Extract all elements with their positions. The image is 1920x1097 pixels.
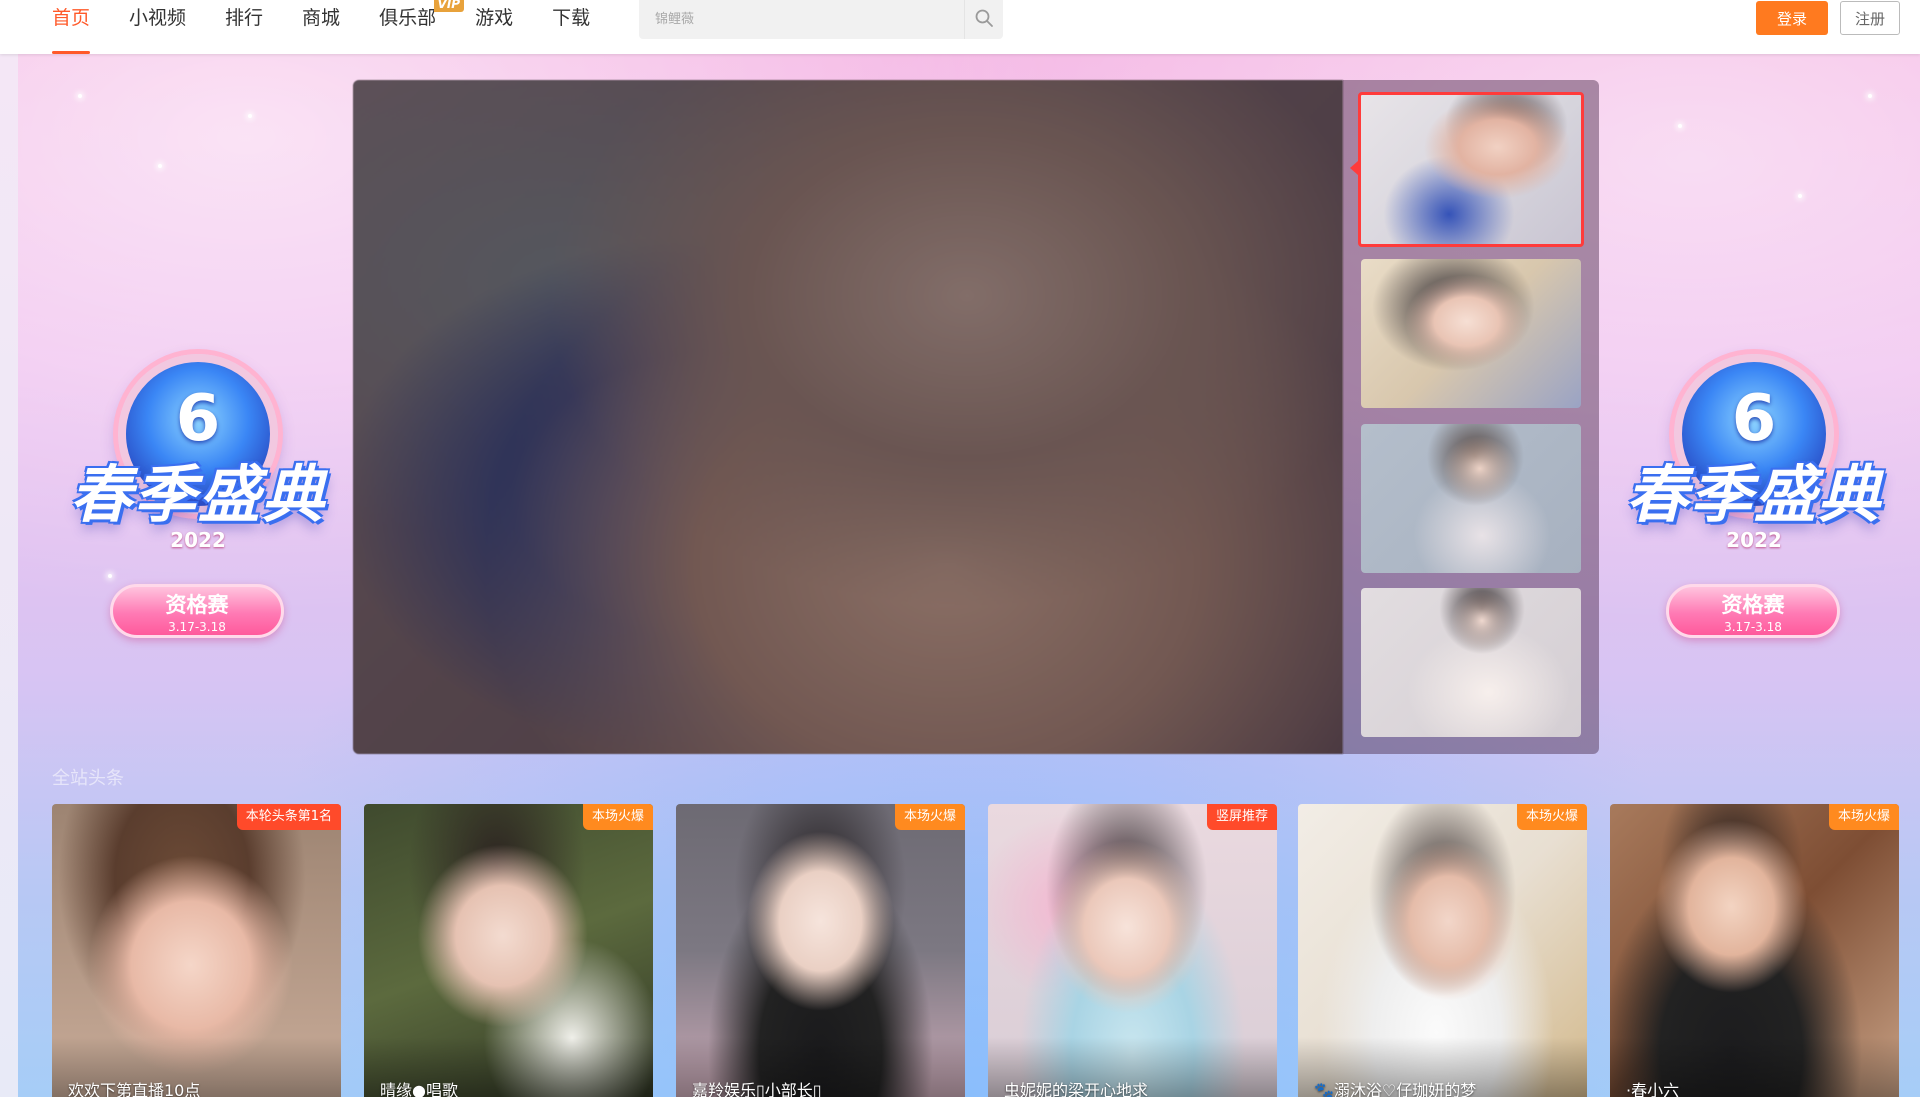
room-tag: 本场火爆: [1516, 804, 1587, 830]
room-tag: 本场火爆: [582, 804, 653, 830]
nav-item-ranking[interactable]: 排行: [225, 0, 263, 54]
player-loading-overlay: [353, 80, 1343, 754]
nav-item-home[interactable]: 首页: [52, 0, 91, 54]
room-title: 🐾溺沐浴♡仔珈妍的梦: [1314, 1081, 1477, 1097]
vip-badge: VIP: [433, 0, 465, 12]
nav-item-club-label: 俱乐部: [379, 7, 437, 29]
sparkle-decoration: [248, 114, 252, 118]
nav-item-mall[interactable]: 商城: [302, 0, 340, 54]
nav-item-club[interactable]: 俱乐部 VIP: [379, 0, 465, 54]
stage-dates: 3.17-3.18: [168, 620, 226, 634]
room-card[interactable]: 竖屏推荐 虫妮妮的梁开心地求: [988, 804, 1277, 1097]
room-card[interactable]: 本场火爆 ·春小六: [1610, 804, 1899, 1097]
nav-item-download[interactable]: 下载: [552, 0, 590, 54]
featured-room-thumbnail[interactable]: [1358, 92, 1584, 247]
stage-title: 资格赛: [1721, 593, 1785, 617]
room-title: 嘉羚娱乐▯小部长▯: [692, 1081, 822, 1097]
sparkle-decoration: [78, 94, 82, 98]
nav-item-games[interactable]: 游戏: [475, 0, 513, 54]
stage-dates: 3.17-3.18: [1724, 620, 1782, 634]
search-button[interactable]: [964, 0, 1003, 39]
sparkle-decoration: [1868, 94, 1872, 98]
room-card[interactable]: 本场火爆 🐾溺沐浴♡仔珈妍的梦: [1298, 804, 1587, 1097]
event-emblem-right[interactable]: 6 春季盛典 2022 资格赛 3.17-3.18: [1604, 324, 1904, 664]
room-title: 虫妮妮的梁开心地求: [1004, 1081, 1149, 1097]
main-nav: 首页 小视频 排行 商城 俱乐部 VIP 游戏 下载: [52, 0, 629, 54]
register-button[interactable]: 注册: [1840, 1, 1900, 35]
nav-item-short-video[interactable]: 小视频: [129, 0, 186, 54]
featured-room-thumbnail[interactable]: [1361, 588, 1581, 737]
event-emblem-left[interactable]: 6 春季盛典 2022 资格赛 3.17-3.18: [48, 324, 348, 664]
emblem-year: 2022: [1726, 528, 1782, 552]
active-thumb-arrow: [1350, 161, 1358, 175]
room-title: ·春小六: [1626, 1081, 1680, 1097]
search-input[interactable]: [639, 0, 964, 39]
room-tag: 本场火爆: [1828, 804, 1899, 830]
emblem-year: 2022: [170, 528, 226, 552]
search-icon: [974, 8, 994, 32]
live-video-player[interactable]: [353, 80, 1343, 754]
sparkle-decoration: [1678, 124, 1682, 128]
stage-pill: 资格赛 3.17-3.18: [110, 584, 284, 638]
room-card[interactable]: 本轮头条第1名 欢欢下第直播10点: [52, 804, 341, 1097]
sparkle-decoration: [1798, 194, 1802, 198]
room-title: 晴缘●唱歌: [380, 1081, 458, 1097]
search-box: [639, 0, 1003, 39]
emblem-title: 春季盛典: [69, 458, 326, 531]
featured-room-thumbnail[interactable]: [1361, 259, 1581, 408]
stage-pill: 资格赛 3.17-3.18: [1666, 584, 1840, 638]
stage-title: 资格赛: [165, 593, 229, 617]
room-card[interactable]: 本场火爆 嘉羚娱乐▯小部长▯: [676, 804, 965, 1097]
room-tag: 本轮头条第1名: [236, 804, 341, 830]
room-tag: 竖屏推荐: [1206, 804, 1277, 830]
login-button[interactable]: 登录: [1756, 1, 1828, 35]
sparkle-decoration: [158, 164, 162, 168]
top-navigation-bar: 首页 小视频 排行 商城 俱乐部 VIP 游戏 下载 登录 注册: [0, 0, 1920, 54]
page-left-margin: [0, 54, 18, 1097]
emblem-title: 春季盛典: [1625, 458, 1882, 531]
featured-room-thumbnail[interactable]: [1361, 424, 1581, 573]
room-tag: 本场火爆: [894, 804, 965, 830]
section-title: 全站头条: [52, 768, 124, 789]
room-card[interactable]: 本场火爆 晴缘●唱歌: [364, 804, 653, 1097]
room-title: 欢欢下第直播10点: [68, 1081, 201, 1097]
